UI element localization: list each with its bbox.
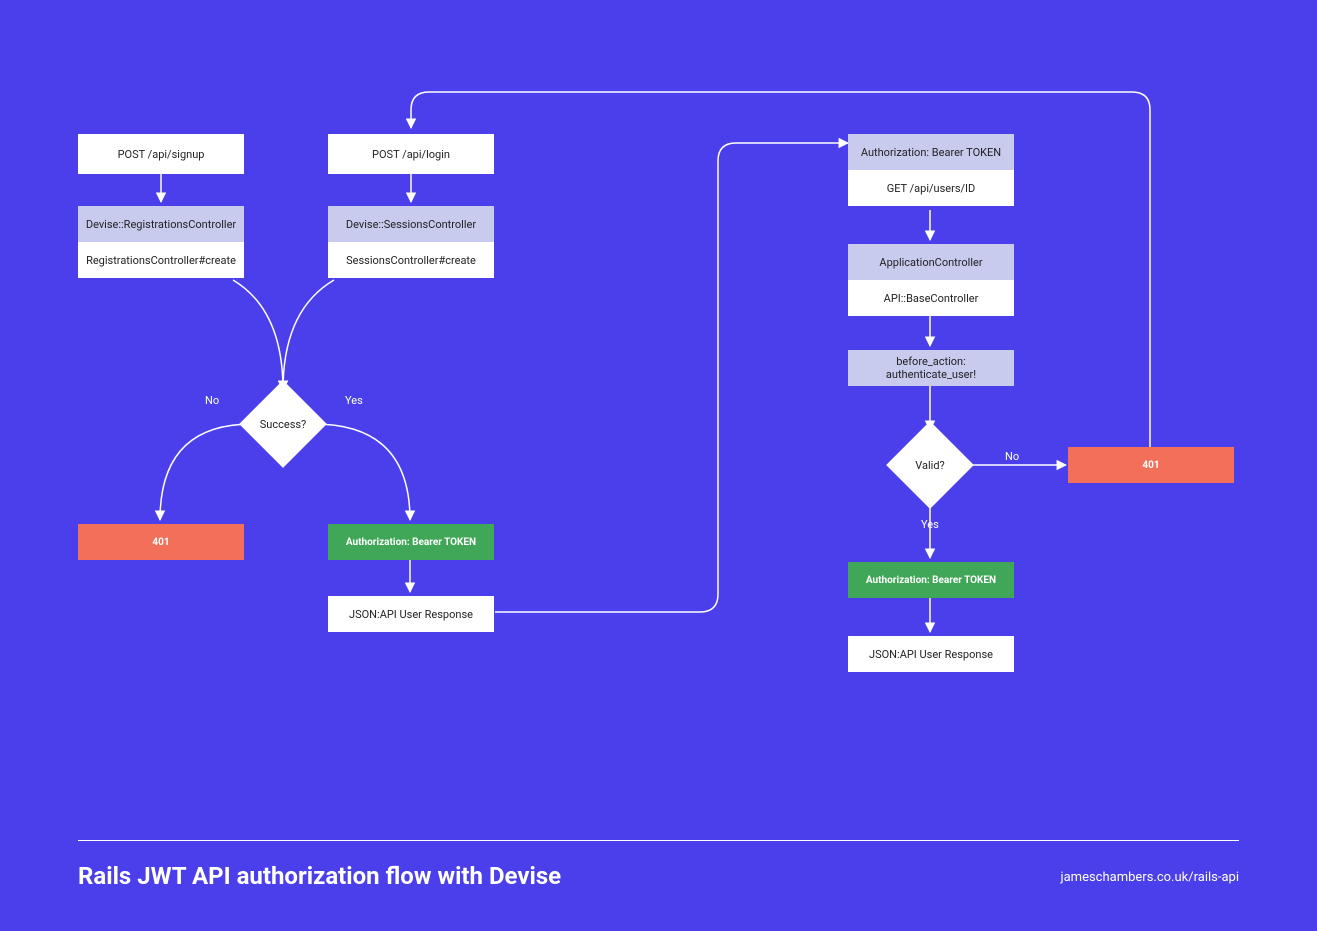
footer-divider xyxy=(78,840,1239,841)
signup-action: RegistrationsController#create xyxy=(78,242,244,278)
left-401: 401 xyxy=(78,524,244,560)
login-action: SessionsController#create xyxy=(328,242,494,278)
left-json: JSON:API User Response xyxy=(328,596,494,632)
edge-yes-left: Yes xyxy=(345,394,363,407)
right-base: API::BaseController xyxy=(848,280,1014,316)
diagram-title: Rails JWT API authorization flow with De… xyxy=(78,862,561,890)
diagram-link: jameschambers.co.uk/rails-api xyxy=(1060,870,1239,885)
post-login: POST /api/login xyxy=(328,134,494,174)
signup-super: Devise::RegistrationsController xyxy=(78,206,244,242)
decision-valid: Valid? xyxy=(899,434,961,496)
right-get: GET /api/users/ID xyxy=(848,170,1014,206)
decision-success: Success? xyxy=(252,393,314,455)
right-token: Authorization: Bearer TOKEN xyxy=(848,562,1014,598)
right-app: ApplicationController xyxy=(848,244,1014,280)
right-401: 401 xyxy=(1068,447,1234,483)
post-signup: POST /api/signup xyxy=(78,134,244,174)
edge-yes-right: Yes xyxy=(921,518,939,531)
right-header: Authorization: Bearer TOKEN xyxy=(848,134,1014,170)
left-token: Authorization: Bearer TOKEN xyxy=(328,524,494,560)
decision-valid-label: Valid? xyxy=(899,434,961,496)
login-super: Devise::SessionsController xyxy=(328,206,494,242)
right-before: before_action: authenticate_user! xyxy=(848,350,1014,386)
right-json: JSON:API User Response xyxy=(848,636,1014,672)
edge-no-left: No xyxy=(205,394,219,407)
edge-no-right: No xyxy=(1005,450,1019,463)
decision-success-label: Success? xyxy=(252,393,314,455)
